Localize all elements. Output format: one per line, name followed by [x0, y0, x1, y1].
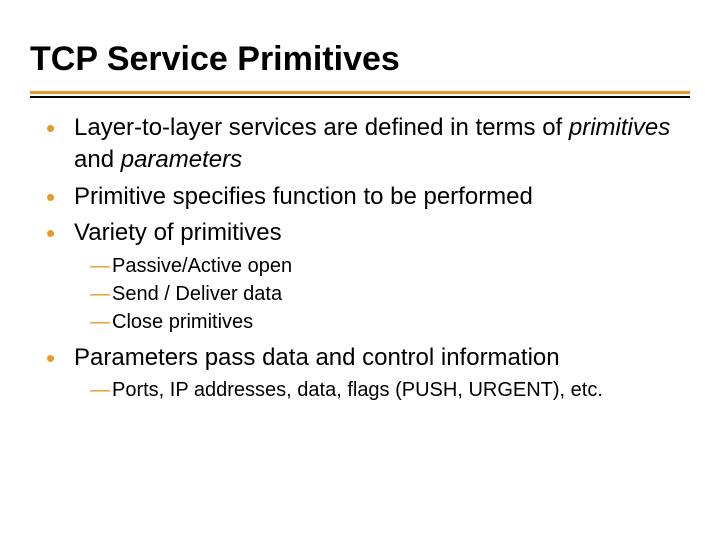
- slide-title: TCP Service Primitives: [30, 40, 690, 85]
- sub-bullet-item: Send / Deliver data: [90, 280, 690, 308]
- bullet-text: Primitive specifies function to be perfo…: [74, 183, 533, 210]
- sub-bullet-item: Close primitives: [90, 308, 690, 336]
- sub-bullet-item: Ports, IP addresses, data, flags (PUSH, …: [90, 376, 690, 404]
- bullet-item: Variety of primitives Passive/Active ope…: [46, 217, 690, 335]
- sub-bullet-text: Passive/Active open: [112, 255, 292, 277]
- bullet-text: and: [74, 146, 121, 173]
- sub-bullet-list: Ports, IP addresses, data, flags (PUSH, …: [74, 376, 690, 404]
- sub-bullet-item: Passive/Active open: [90, 252, 690, 280]
- sub-bullet-text: Close primitives: [112, 311, 253, 333]
- bullet-item: Layer-to-layer services are defined in t…: [46, 112, 690, 177]
- sub-bullet-text: Ports, IP addresses, data, flags (PUSH, …: [112, 379, 603, 401]
- bullet-text: Variety of primitives: [74, 219, 282, 246]
- bullet-item: Primitive specifies function to be perfo…: [46, 181, 690, 213]
- bullet-text: Parameters pass data and control informa…: [74, 344, 560, 371]
- sub-bullet-text: Send / Deliver data: [112, 283, 282, 305]
- bullet-list: Layer-to-layer services are defined in t…: [30, 112, 690, 404]
- title-rule: [30, 91, 690, 98]
- title-rule-accent: [30, 91, 690, 94]
- slide: TCP Service Primitives Layer-to-layer se…: [0, 0, 720, 540]
- bullet-text-italic: primitives: [569, 114, 670, 141]
- bullet-text: Layer-to-layer services are defined in t…: [74, 114, 569, 141]
- sub-bullet-list: Passive/Active open Send / Deliver data …: [74, 252, 690, 336]
- bullet-text-italic: parameters: [121, 146, 242, 173]
- bullet-item: Parameters pass data and control informa…: [46, 342, 690, 404]
